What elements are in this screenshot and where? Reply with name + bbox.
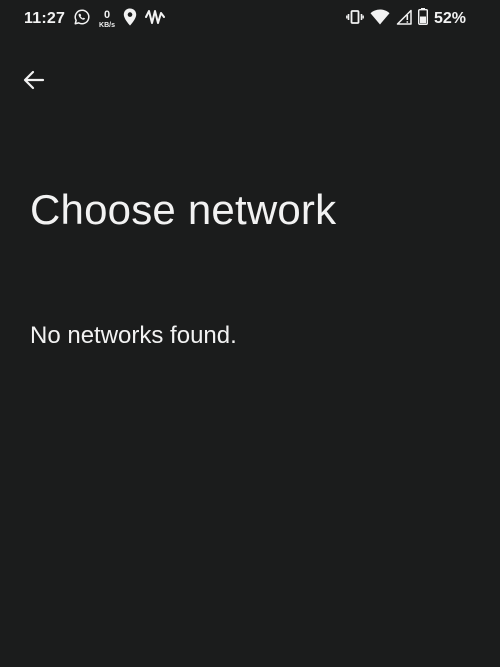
battery-percent: 52% [433, 10, 466, 27]
battery-icon [417, 8, 428, 30]
status-bar-left: 11:27 0 KB/s [24, 7, 165, 31]
status-bar: 11:27 0 KB/s 52% [0, 0, 500, 40]
empty-state-message: No networks found. [30, 322, 237, 349]
whatsapp-icon [73, 8, 91, 31]
cell-signal-icon [396, 9, 412, 30]
status-bar-right: 52% [340, 8, 466, 30]
network-speed-indicator: 0 KB/s [99, 8, 115, 29]
back-button[interactable] [14, 62, 54, 102]
network-speed-unit: KB/s [99, 21, 115, 29]
network-speed-value: 0 [103, 8, 111, 21]
page-title: Choose network [30, 186, 337, 233]
location-pin-icon [123, 7, 137, 31]
activity-wave-icon [145, 8, 165, 31]
wifi-icon [370, 9, 390, 30]
vibrate-icon [346, 9, 364, 30]
arrow-back-icon [23, 69, 45, 96]
status-clock: 11:27 [24, 10, 66, 27]
